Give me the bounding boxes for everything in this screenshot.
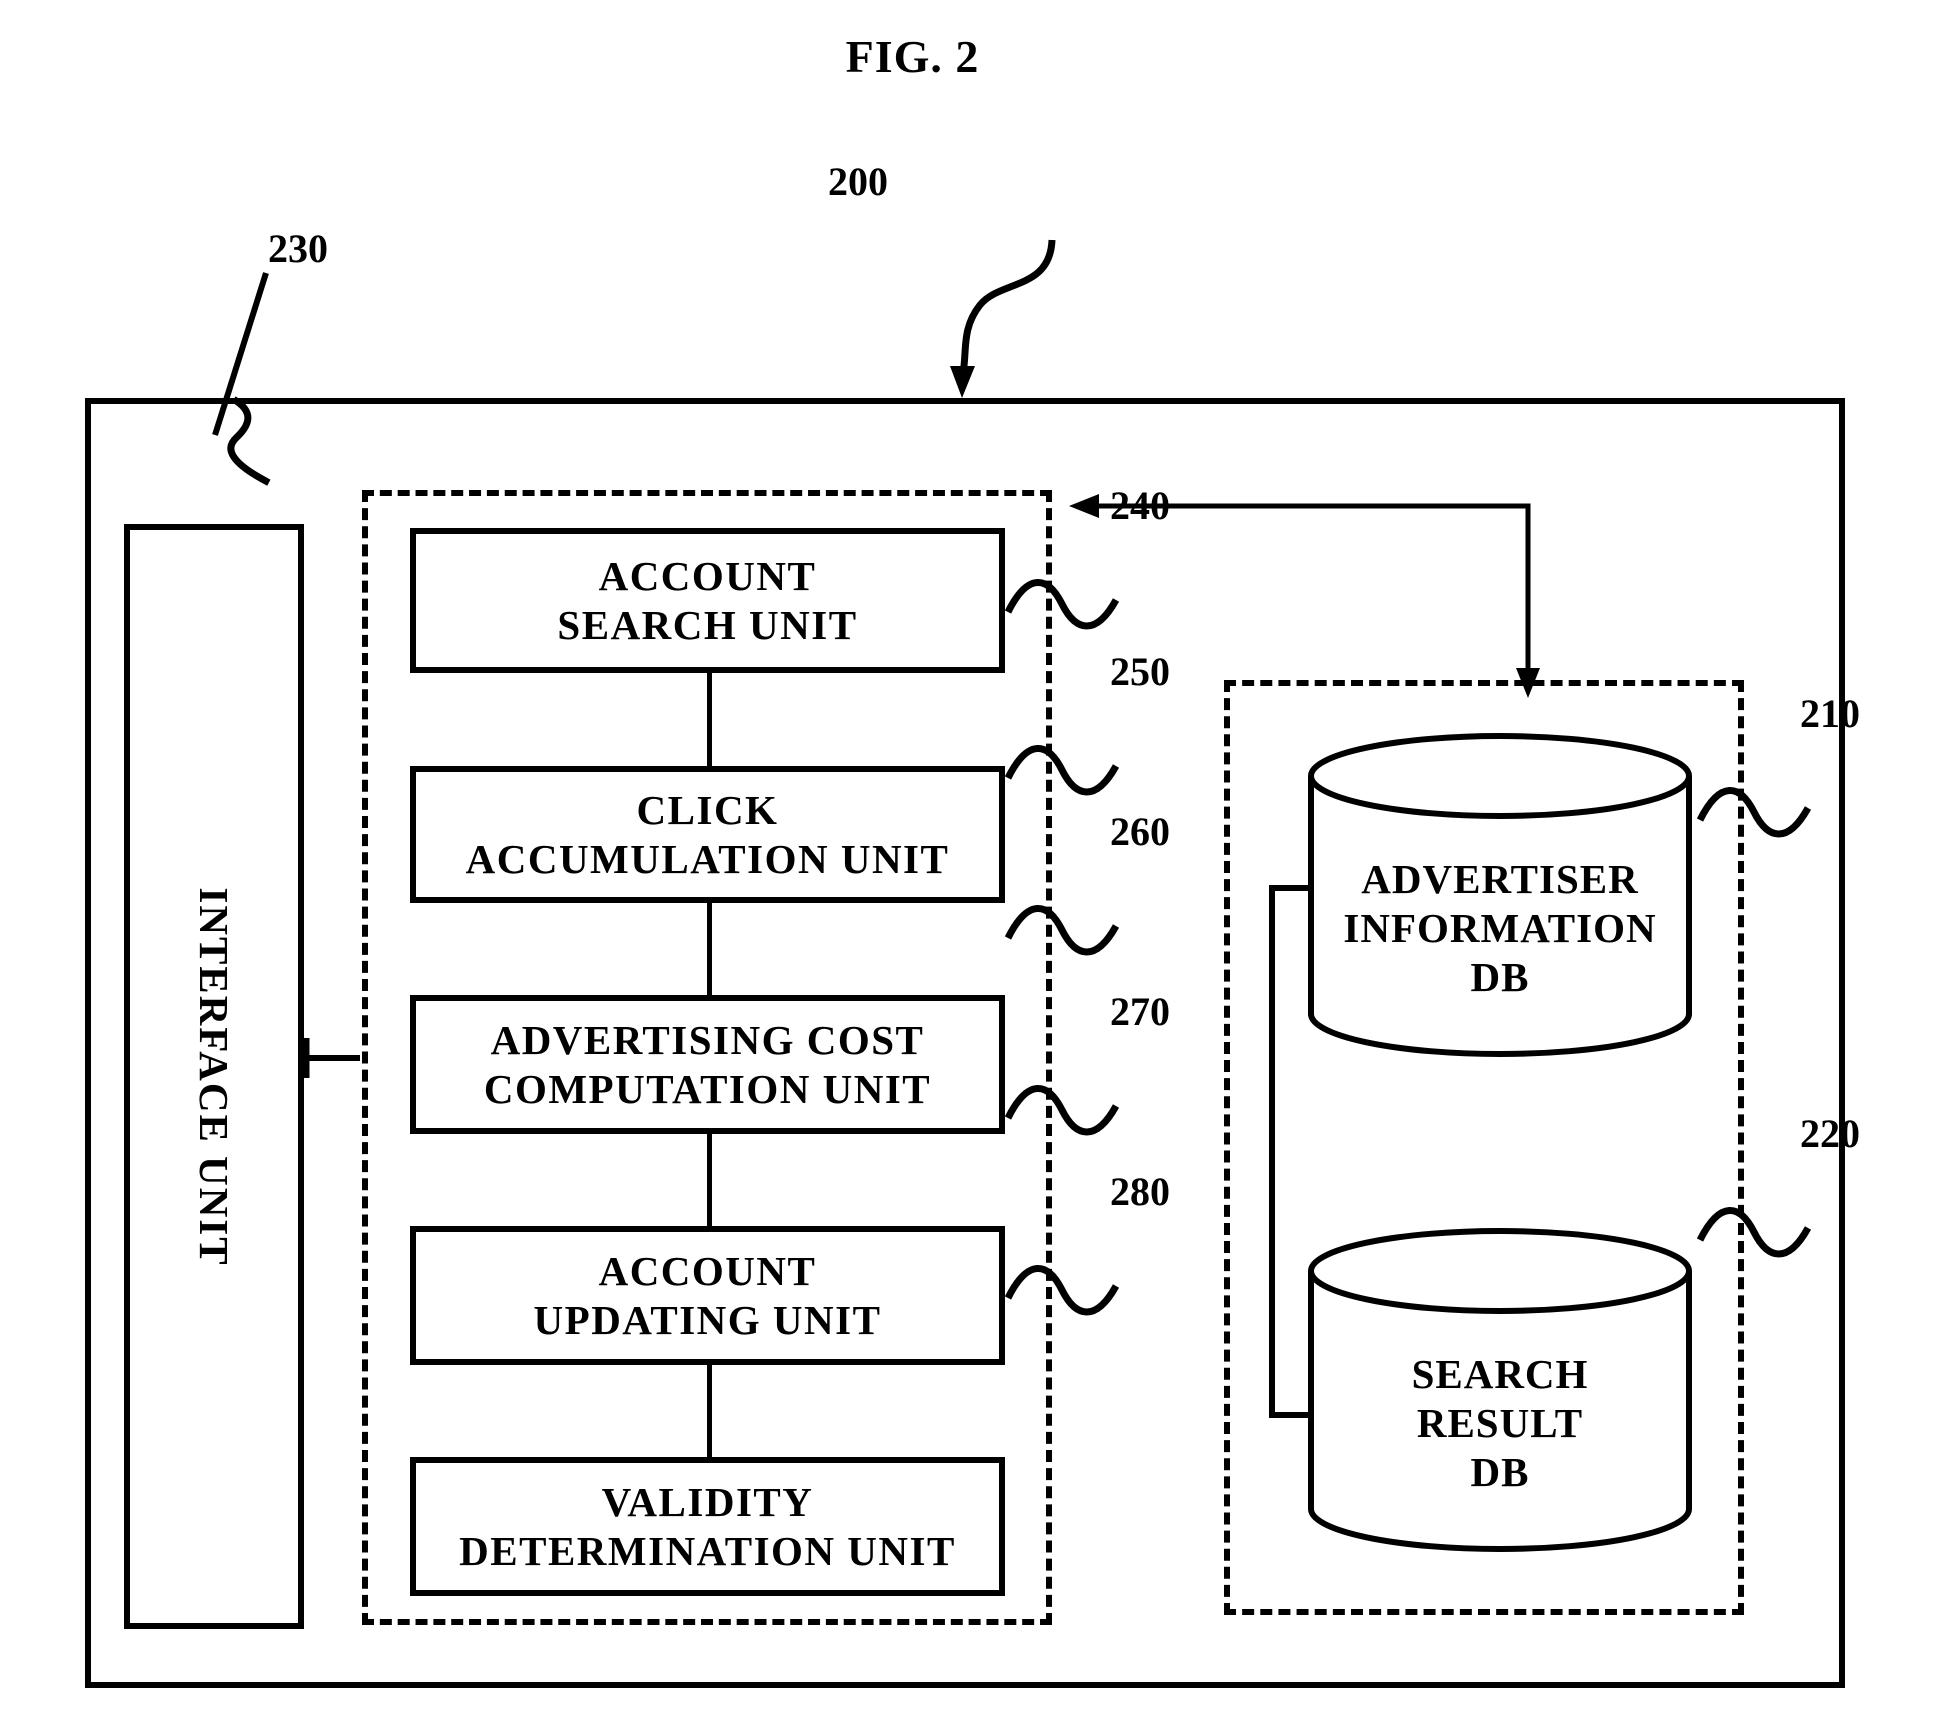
account-search-unit-box[interactable]: ACCOUNT SEARCH UNIT <box>410 528 1005 673</box>
advertising-cost-unit-line-1: ADVERTISING COST <box>490 1017 925 1064</box>
validity-determination-unit-box[interactable]: VALIDITY DETERMINATION UNIT <box>410 1457 1005 1596</box>
search-result-db-line-1: SEARCH <box>1411 1351 1589 1397</box>
advertiser-db-label: ADVERTISER INFORMATION DB <box>1305 855 1695 1003</box>
search-result-db-line-3: DB <box>1470 1449 1530 1496</box>
advertising-cost-unit-line-2: COMPUTATION UNIT <box>483 1065 932 1112</box>
validity-determination-unit-line-2: DETERMINATION UNIT <box>459 1527 956 1574</box>
connector-260-270 <box>707 1133 712 1226</box>
account-updating-unit-line-1: ACCOUNT <box>598 1248 817 1295</box>
connector-240-250 <box>707 672 712 767</box>
account-search-unit-line-2: SEARCH UNIT <box>557 601 858 648</box>
click-accumulation-unit-box[interactable]: CLICK ACCUMULATION UNIT <box>410 766 1005 903</box>
connector-270-280 <box>707 1364 712 1457</box>
ref-label-200: 200 <box>828 159 888 204</box>
click-accumulation-unit-line-2: ACCUMULATION UNIT <box>465 835 950 882</box>
patent-figure: FIG. 2 230 200 240 250 260 270 280 210 2… <box>0 0 1935 1711</box>
leader-arrowhead-200 <box>950 366 975 398</box>
advertising-cost-computation-unit-box[interactable]: ADVERTISING COST COMPUTATION UNIT <box>410 995 1005 1134</box>
click-accumulation-unit-line-1: CLICK <box>636 787 779 834</box>
figure-title: FIG. 2 <box>0 30 1935 83</box>
account-updating-unit-line-2: UPDATING UNIT <box>533 1296 882 1343</box>
validity-determination-unit-line-1: VALIDITY <box>601 1479 814 1526</box>
interface-unit-label: INTERFACE UNIT <box>191 886 237 1267</box>
search-result-db-line-2: RESULT <box>1416 1400 1584 1447</box>
advertiser-db-line-3: DB <box>1470 954 1530 1001</box>
account-search-unit-line-1: ACCOUNT <box>598 553 817 600</box>
advertiser-db-line-1: ADVERTISER <box>1361 856 1639 902</box>
leader-line-200 <box>958 239 1056 379</box>
ref-label-230: 230 <box>268 226 328 271</box>
figure-title-text: FIG. 2 <box>845 31 980 82</box>
interface-unit-box: INTERFACE UNIT <box>124 524 304 1629</box>
advertiser-information-db[interactable]: ADVERTISER INFORMATION DB <box>1305 730 1695 1060</box>
account-updating-unit-box[interactable]: ACCOUNT UPDATING UNIT <box>410 1226 1005 1365</box>
search-result-db[interactable]: SEARCH RESULT DB <box>1305 1225 1695 1555</box>
advertiser-db-line-2: INFORMATION <box>1343 905 1657 952</box>
connector-250-260 <box>707 902 712 995</box>
search-result-db-label: SEARCH RESULT DB <box>1305 1350 1695 1498</box>
